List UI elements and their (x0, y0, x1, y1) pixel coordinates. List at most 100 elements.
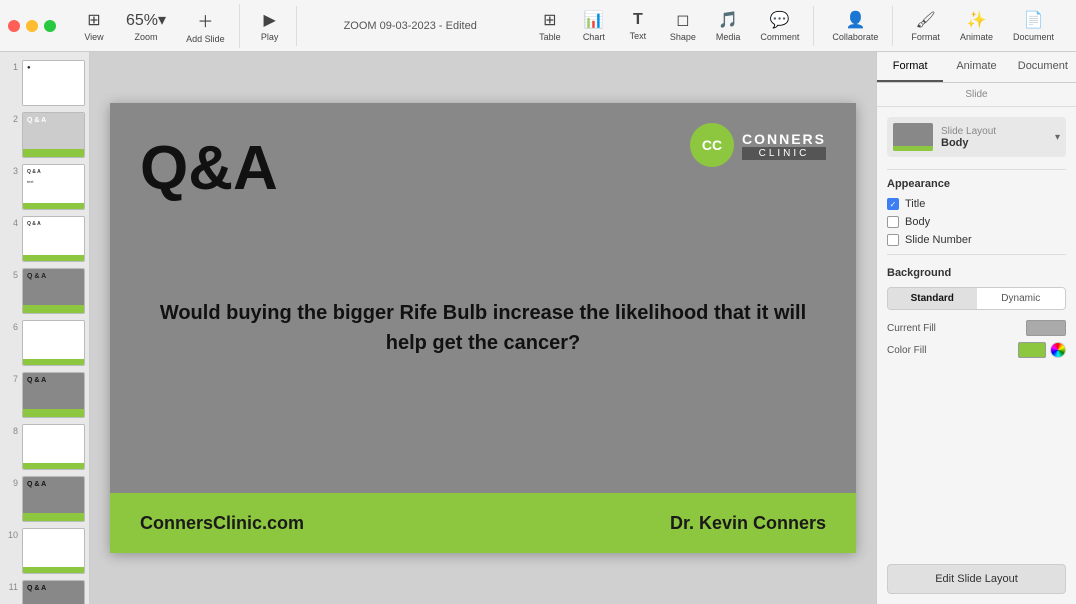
table-label: Table (539, 32, 561, 42)
media-label: Media (716, 32, 741, 42)
main-area: 1 ● 2 Q & A 3 Q & A (0, 52, 1076, 604)
shape-button[interactable]: ◻ Shape (664, 6, 702, 46)
bg-standard-button[interactable]: Standard (888, 288, 977, 309)
media-icon: 🎵 (718, 10, 738, 30)
tab-format[interactable]: Format (877, 52, 943, 82)
checkbox-body-label: Body (905, 216, 930, 228)
collaborate-icon: 👤 (845, 10, 865, 30)
document-icon: 📄 (1024, 10, 1044, 30)
chart-label: Chart (583, 32, 605, 42)
thumbnail-5[interactable]: 5 Q & A (4, 268, 85, 314)
thumbnail-6[interactable]: 6 (4, 320, 85, 366)
text-button[interactable]: T Text (620, 7, 656, 45)
slide-footer-left: ConnersClinic.com (140, 513, 304, 534)
animate-label: Animate (960, 32, 993, 42)
divider-2 (887, 254, 1066, 255)
slide-layout-name: Body (941, 137, 1047, 149)
slide-body-text[interactable]: Would buying the bigger Rife Bulb increa… (110, 298, 856, 358)
chart-icon: 📊 (584, 10, 604, 30)
checkbox-title-label: Title (905, 198, 925, 210)
color-fill-label: Color Fill (887, 345, 926, 356)
thumbnail-7[interactable]: 7 Q & A (4, 372, 85, 418)
bg-dynamic-button[interactable]: Dynamic (977, 288, 1066, 309)
maximize-button[interactable] (44, 20, 56, 32)
add-slide-icon: ＋ (197, 8, 213, 32)
add-slide-button[interactable]: ＋ Add Slide (180, 4, 231, 48)
table-icon: ⊞ (543, 10, 556, 30)
canvas-area[interactable]: CC CONNERS CLINIC Q&A Would buying the b… (90, 52, 876, 604)
checkbox-body[interactable] (887, 216, 899, 228)
toolbar-group-collaborate: 👤 Collaborate (818, 6, 893, 46)
layout-info: Slide Layout Body (941, 126, 1047, 149)
toolbar-group-format: 🖌 Format ✨ Animate 📄 Document (897, 6, 1068, 46)
text-icon: T (633, 11, 643, 29)
toolbar-group-play: ▶ Play (244, 6, 297, 46)
appearance-heading: Appearance (887, 178, 1066, 190)
slide-footer-bar: ConnersClinic.com Dr. Kevin Conners (110, 493, 856, 553)
animate-button[interactable]: ✨ Animate (954, 6, 999, 46)
slide-logo: CC CONNERS CLINIC (690, 123, 826, 167)
logo-text-block: CONNERS CLINIC (742, 131, 826, 160)
thumbnail-8[interactable]: 8 (4, 424, 85, 470)
color-fill-swatch[interactable] (1018, 342, 1046, 358)
document-button[interactable]: 📄 Document (1007, 6, 1060, 46)
slide-title[interactable]: Q&A (140, 133, 278, 204)
chart-button[interactable]: 📊 Chart (576, 6, 612, 46)
play-label: Play (261, 32, 279, 42)
logo-name-bottom: CLINIC (742, 147, 826, 160)
thumbnail-11[interactable]: 11 Q & A (4, 580, 85, 604)
current-fill-label: Current Fill (887, 323, 936, 334)
thumbnail-3[interactable]: 3 Q & A text (4, 164, 85, 210)
checkbox-title[interactable] (887, 198, 899, 210)
slide-layout-preview: Slide Layout Body ▾ (887, 117, 1066, 157)
zoom-button[interactable]: 65%▾ Zoom (120, 6, 172, 46)
logo-initials: CC (702, 137, 722, 153)
view-label: View (84, 32, 103, 42)
format-button[interactable]: 🖌 Format (905, 6, 946, 46)
background-section: Background Standard Dynamic Current Fill… (887, 267, 1066, 358)
document-label: Document (1013, 32, 1054, 42)
comment-label: Comment (760, 32, 799, 42)
thumbnail-4[interactable]: 4 Q & A (4, 216, 85, 262)
shape-label: Shape (670, 32, 696, 42)
thumbnail-2[interactable]: 2 Q & A (4, 112, 85, 158)
comment-button[interactable]: 💬 Comment (754, 6, 805, 46)
minimize-button[interactable] (26, 20, 38, 32)
background-toggle: Standard Dynamic (887, 287, 1066, 310)
toolbar: ⊞ View 65%▾ Zoom ＋ Add Slide ▶ Play ZOOM… (0, 0, 1076, 52)
tab-animate[interactable]: Animate (943, 52, 1009, 82)
view-icon: ⊞ (87, 10, 100, 30)
text-label: Text (630, 31, 647, 41)
edit-slide-layout-button[interactable]: Edit Slide Layout (887, 564, 1066, 594)
play-icon: ▶ (263, 10, 275, 30)
toolbar-group-view: ⊞ View 65%▾ Zoom ＋ Add Slide (68, 4, 240, 48)
media-button[interactable]: 🎵 Media (710, 6, 747, 46)
slide[interactable]: CC CONNERS CLINIC Q&A Would buying the b… (110, 103, 856, 553)
slide-footer-right: Dr. Kevin Conners (670, 513, 826, 534)
tab-document[interactable]: Document (1010, 52, 1076, 82)
toolbar-group-insert: ⊞ Table 📊 Chart T Text ◻ Shape 🎵 Media 💬… (524, 6, 815, 46)
view-button[interactable]: ⊞ View (76, 6, 112, 46)
thumbnail-9[interactable]: 9 Q & A (4, 476, 85, 522)
close-button[interactable] (8, 20, 20, 32)
table-button[interactable]: ⊞ Table (532, 6, 568, 46)
layout-dropdown-icon[interactable]: ▾ (1055, 132, 1060, 143)
format-label: Format (911, 32, 940, 42)
color-fill-row: Color Fill (887, 342, 1066, 358)
checkbox-slide-number[interactable] (887, 234, 899, 246)
current-fill-swatch[interactable] (1026, 320, 1066, 336)
play-button[interactable]: ▶ Play (252, 6, 288, 46)
collaborate-button[interactable]: 👤 Collaborate (826, 6, 884, 46)
panel-tabs: Format Animate Document (877, 52, 1076, 83)
divider-1 (887, 169, 1066, 170)
panel-section-title: Slide (877, 83, 1076, 107)
zoom-icon: 65%▾ (126, 10, 166, 30)
current-fill-row: Current Fill (887, 320, 1066, 336)
animate-icon: ✨ (966, 10, 986, 30)
add-slide-label: Add Slide (186, 34, 225, 44)
slide-thumbnails: 1 ● 2 Q & A 3 Q & A (0, 52, 90, 604)
thumbnail-1[interactable]: 1 ● (4, 60, 85, 106)
thumbnail-10[interactable]: 10 (4, 528, 85, 574)
traffic-lights (8, 20, 56, 32)
color-wheel-icon[interactable] (1050, 342, 1066, 358)
